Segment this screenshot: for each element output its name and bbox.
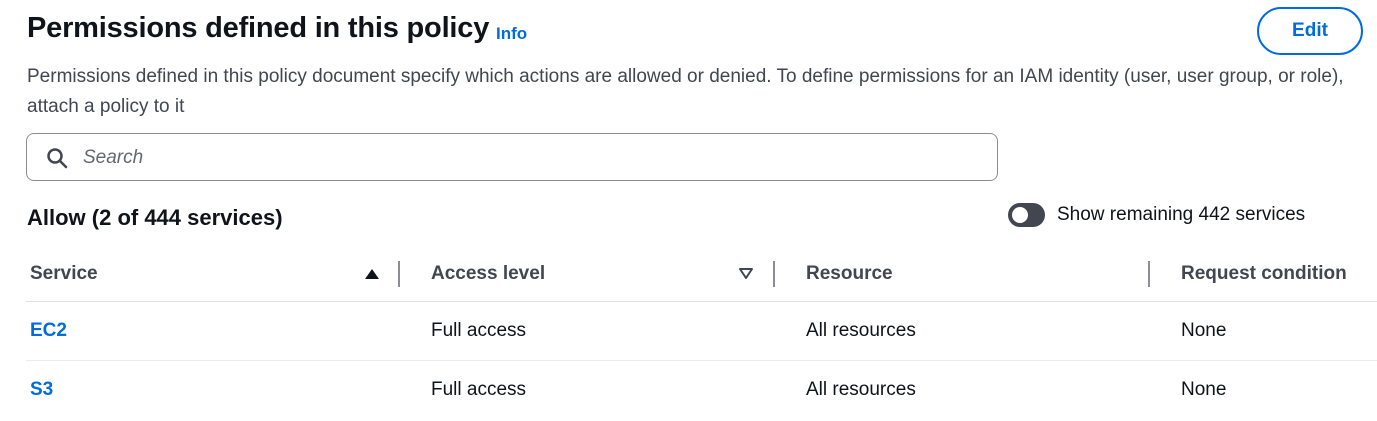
edit-button[interactable]: Edit [1257,7,1363,55]
policy-description: Permissions defined in this policy docum… [27,66,1344,117]
search-icon [47,148,68,169]
column-label-service: Service [30,262,98,284]
column-resizer[interactable] [398,261,400,287]
sort-descending-icon[interactable] [738,266,754,282]
show-remaining-toggle[interactable] [1008,203,1045,227]
info-link[interactable]: Info [496,24,527,44]
show-remaining-label: Show remaining 442 services [1057,204,1306,225]
table-row: S3 Full access All resources None [26,361,1377,420]
column-resizer[interactable] [1148,261,1150,287]
toggle-knob [1012,207,1028,223]
cell-access-level: Full access [401,301,776,361]
column-label-request-condition: Request condition [1181,262,1347,284]
cell-request-condition: None [1181,379,1227,400]
search-input[interactable] [81,140,985,176]
page-title: Permissions defined in this policy [27,12,490,44]
cell-request-condition: None [1151,301,1377,361]
service-link-ec2[interactable]: EC2 [26,320,67,341]
table-row: EC2 Full access All resources None [26,301,1377,361]
allow-section-heading: Allow (2 of 444 services) [27,205,283,230]
column-resizer[interactable] [773,261,775,287]
column-header-access-level[interactable]: Access level [401,246,776,302]
sort-ascending-icon[interactable] [364,266,380,282]
column-header-resource[interactable]: Resource [776,246,1151,302]
cell-service: EC2 [26,301,401,361]
cell-service: S3 [26,361,401,420]
column-header-request-condition[interactable]: Request condition [1151,246,1377,302]
cell-resource: All resources [806,379,916,400]
permissions-table: Service Access level Resource Request co… [26,246,1377,419]
service-link-s3[interactable]: S3 [26,379,53,400]
column-label-access-level: Access level [431,262,546,284]
cell-resource: All resources [776,301,1151,361]
column-label-resource: Resource [806,262,893,284]
table-header-row: Service Access level Resource Request co… [26,246,1377,302]
cell-access-level: Full access [431,379,527,400]
search-box [26,133,998,181]
column-header-service[interactable]: Service [26,246,401,302]
show-remaining-toggle-group: Show remaining 442 services [1008,203,1305,227]
